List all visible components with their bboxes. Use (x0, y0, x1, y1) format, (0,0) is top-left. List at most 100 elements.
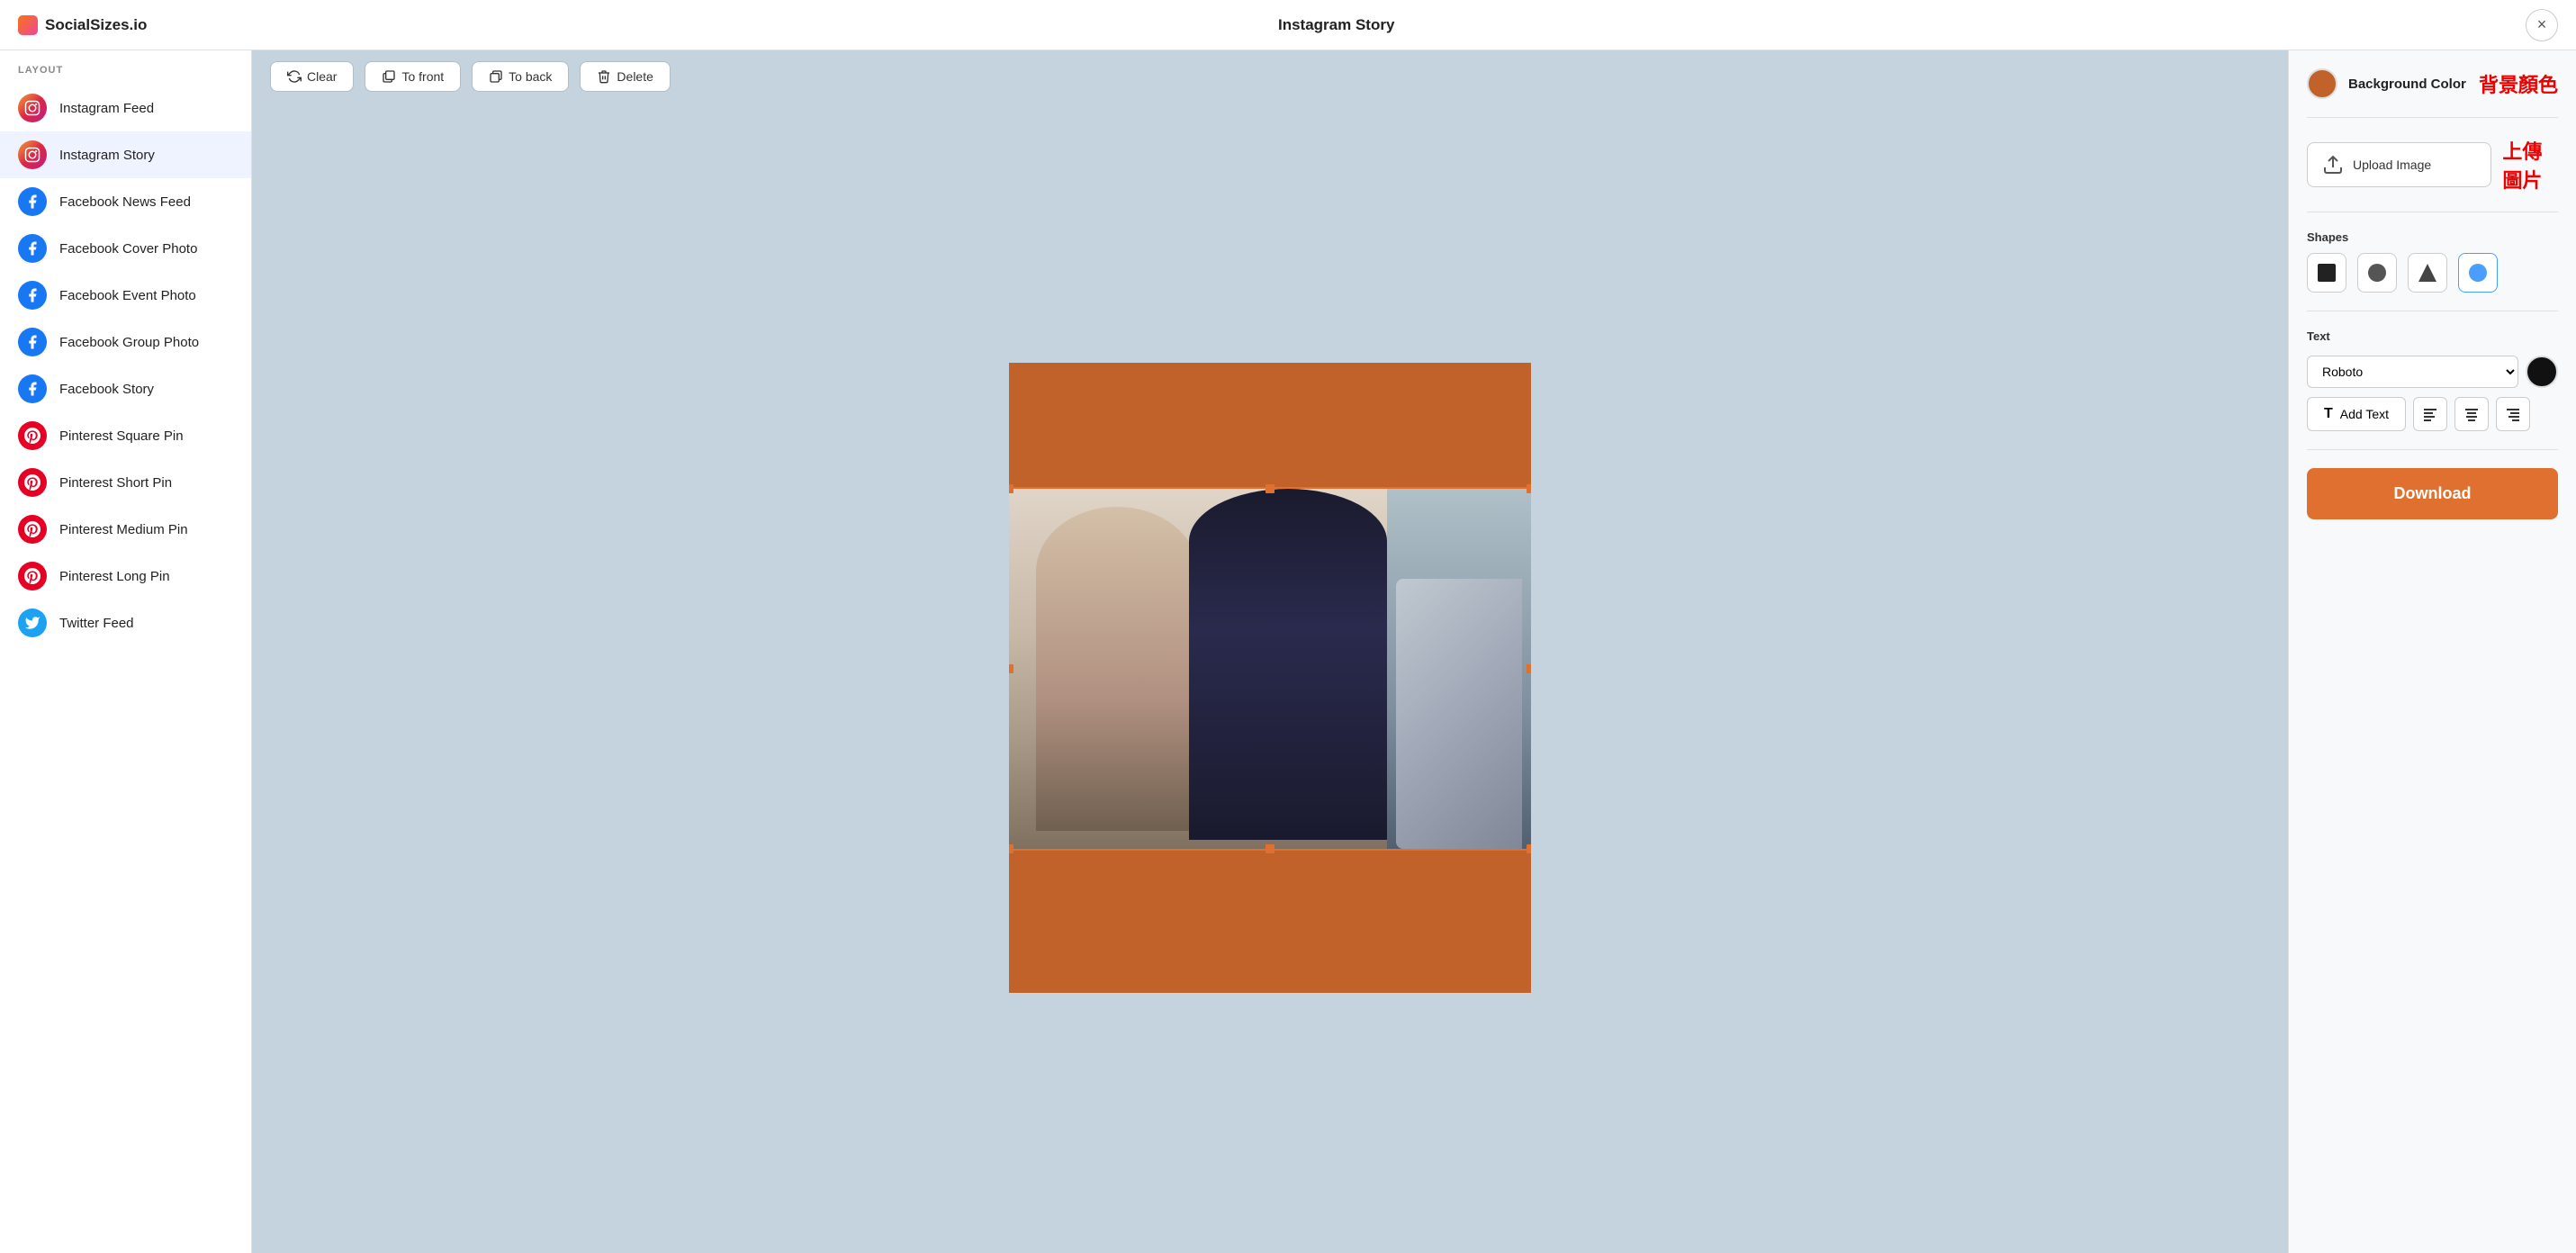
instagram-feed-label: Instagram Feed (59, 101, 154, 116)
facebook-event-photo-label: Facebook Event Photo (59, 288, 196, 303)
bg-color-label: Background Color (2348, 77, 2468, 92)
bg-color-chinese: 背景顏色 (2479, 69, 2558, 98)
close-button[interactable]: × (2526, 9, 2558, 41)
triangle-shape (2418, 264, 2436, 282)
sidebar-item-instagram-story[interactable]: Instagram Story (0, 131, 251, 178)
text-section: Text Roboto Arial Helvetica Times New Ro… (2307, 329, 2558, 431)
blue-circle-shape (2469, 264, 2487, 282)
pinterest-square-pin-label: Pinterest Square Pin (59, 428, 184, 444)
align-right-icon (2506, 407, 2520, 421)
refresh-icon (287, 69, 302, 84)
shapes-row (2307, 253, 2558, 293)
logo-icon (18, 15, 38, 35)
add-text-label: Add Text (2340, 407, 2389, 421)
sidebar-item-facebook-group-photo[interactable]: Facebook Group Photo (0, 319, 251, 365)
shape-square-button[interactable] (2307, 253, 2346, 293)
download-button[interactable]: Download (2307, 468, 2558, 519)
to-front-button[interactable]: To front (365, 61, 461, 92)
align-center-button[interactable] (2454, 397, 2489, 431)
pinterest-long-pin-icon (18, 562, 47, 590)
upload-chinese: 上傳圖片 (2502, 136, 2558, 194)
delete-button[interactable]: Delete (580, 61, 670, 92)
header: SocialSizes.io Instagram Story × (0, 0, 2576, 50)
shape-blue-circle-button[interactable] (2458, 253, 2498, 293)
text-color-swatch[interactable] (2526, 356, 2558, 388)
to-back-label: To back (509, 69, 552, 84)
to-front-icon (382, 69, 396, 84)
pinterest-medium-pin-icon (18, 515, 47, 544)
align-left-icon (2423, 407, 2437, 421)
divider-1 (2307, 117, 2558, 118)
add-text-button[interactable]: T Add Text (2307, 397, 2406, 431)
logo: SocialSizes.io (18, 15, 147, 35)
shape-circle-button[interactable] (2357, 253, 2397, 293)
shapes-label: Shapes (2307, 230, 2558, 244)
sidebar-item-pinterest-short-pin[interactable]: Pinterest Short Pin (0, 459, 251, 506)
canvas-wrapper (252, 103, 2288, 1253)
delete-label: Delete (617, 69, 653, 84)
right-panel: Background Color 背景顏色 Upload Image 上傳圖片 (2288, 50, 2576, 1253)
sidebar: LAYOUT Instagram Feed Instagram Story Face… (0, 50, 252, 1253)
facebook-cover-photo-label: Facebook Cover Photo (59, 241, 197, 257)
text-controls: Roboto Arial Helvetica Times New Roman (2307, 356, 2558, 388)
canvas-bottom-orange (1009, 849, 1531, 993)
align-right-button[interactable] (2496, 397, 2530, 431)
trash-icon (597, 69, 611, 84)
shapes-section: Shapes (2307, 230, 2558, 293)
bg-color-swatch[interactable] (2307, 68, 2337, 99)
canvas-top-orange (1009, 363, 1531, 489)
sidebar-item-facebook-event-photo[interactable]: Facebook Event Photo (0, 272, 251, 319)
logo-text: SocialSizes.io (45, 16, 147, 34)
upload-row: Upload Image 上傳圖片 (2307, 136, 2558, 194)
facebook-story-label: Facebook Story (59, 382, 154, 397)
canvas-frame[interactable] (1009, 363, 1531, 993)
twitter-feed-icon (18, 608, 47, 637)
facebook-group-photo-label: Facebook Group Photo (59, 335, 199, 350)
upload-label: Upload Image (2353, 158, 2431, 172)
sidebar-item-pinterest-square-pin[interactable]: Pinterest Square Pin (0, 412, 251, 459)
align-left-button[interactable] (2413, 397, 2447, 431)
pinterest-medium-pin-label: Pinterest Medium Pin (59, 522, 188, 537)
instagram-story-label: Instagram Story (59, 148, 155, 163)
instagram-story-icon (18, 140, 47, 169)
sidebar-item-twitter-feed[interactable]: Twitter Feed (0, 599, 251, 646)
align-center-icon (2464, 407, 2479, 421)
font-select[interactable]: Roboto Arial Helvetica Times New Roman (2307, 356, 2518, 388)
circle-shape (2368, 264, 2386, 282)
facebook-news-feed-icon (18, 187, 47, 216)
sidebar-item-pinterest-long-pin[interactable]: Pinterest Long Pin (0, 553, 251, 599)
to-back-icon (489, 69, 503, 84)
pinterest-short-pin-label: Pinterest Short Pin (59, 475, 172, 491)
to-back-button[interactable]: To back (472, 61, 569, 92)
upload-icon (2322, 154, 2344, 176)
square-shape (2318, 264, 2336, 282)
sidebar-item-facebook-news-feed[interactable]: Facebook News Feed (0, 178, 251, 225)
pinterest-long-pin-label: Pinterest Long Pin (59, 569, 170, 584)
clear-label: Clear (307, 69, 337, 84)
sidebar-item-facebook-story[interactable]: Facebook Story (0, 365, 251, 412)
facebook-event-photo-icon (18, 281, 47, 310)
add-text-icon: T (2324, 406, 2333, 422)
canvas-photo (1009, 489, 1531, 849)
facebook-group-photo-icon (18, 328, 47, 356)
facebook-story-icon (18, 374, 47, 403)
facebook-cover-photo-icon (18, 234, 47, 263)
twitter-feed-label: Twitter Feed (59, 616, 134, 631)
upload-section: Upload Image 上傳圖片 (2307, 136, 2558, 194)
clear-button[interactable]: Clear (270, 61, 354, 92)
sidebar-item-facebook-cover-photo[interactable]: Facebook Cover Photo (0, 225, 251, 272)
canvas-toolbar: Clear To front To back Delete (252, 50, 2288, 103)
page-title: Instagram Story (1278, 16, 1394, 34)
text-label: Text (2307, 329, 2558, 343)
to-front-label: To front (401, 69, 444, 84)
instagram-feed-icon (18, 94, 47, 122)
divider-4 (2307, 449, 2558, 450)
pinterest-short-pin-icon (18, 468, 47, 497)
sidebar-section-label: LAYOUT (0, 65, 251, 85)
sidebar-item-instagram-feed[interactable]: Instagram Feed (0, 85, 251, 131)
main-layout: LAYOUT Instagram Feed Instagram Story Face… (0, 50, 2576, 1253)
upload-button[interactable]: Upload Image (2307, 142, 2491, 187)
sidebar-item-pinterest-medium-pin[interactable]: Pinterest Medium Pin (0, 506, 251, 553)
shape-triangle-button[interactable] (2408, 253, 2447, 293)
pinterest-square-pin-icon (18, 421, 47, 450)
